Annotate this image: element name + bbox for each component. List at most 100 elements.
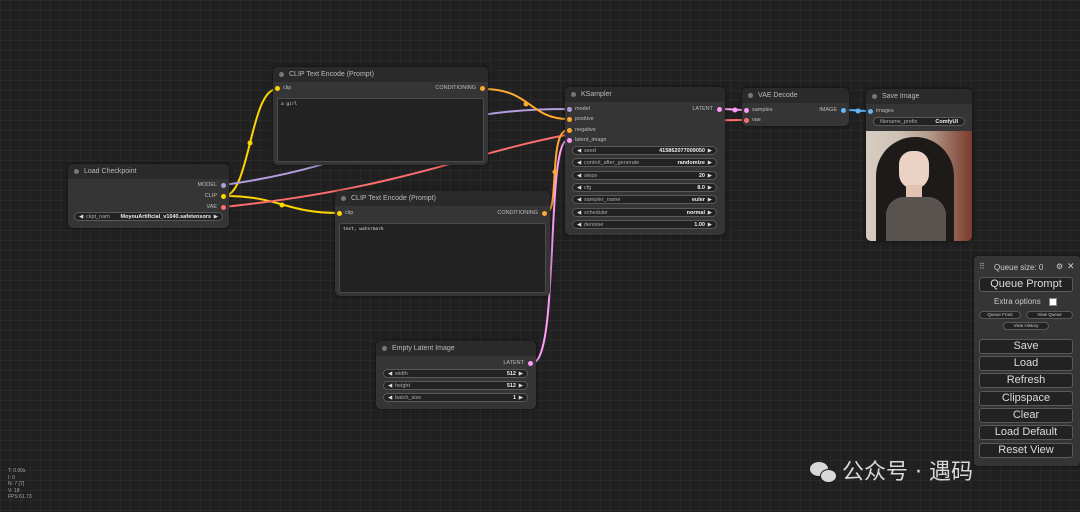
node-title[interactable]: VAE Decode bbox=[742, 88, 849, 103]
arrow-right-icon[interactable]: ▶ bbox=[708, 172, 712, 181]
ckpt-name-widget[interactable]: ◀ ckpt_nam MoyouArtificial_v1040.safeten… bbox=[74, 212, 223, 221]
arrow-left-icon[interactable]: ◀ bbox=[388, 394, 392, 403]
collapse-dot-icon[interactable] bbox=[872, 94, 877, 99]
seed-widget[interactable]: ◀ seed 415862077009050 ▶ bbox=[572, 146, 717, 155]
sampler-name-widget[interactable]: ◀ sampler_name euler ▶ bbox=[572, 195, 717, 204]
input-samples-dot[interactable] bbox=[744, 108, 749, 113]
input-model-dot[interactable] bbox=[567, 107, 572, 112]
queue-front-button[interactable]: Queue Front bbox=[979, 311, 1021, 319]
input-clip-dot[interactable] bbox=[337, 211, 342, 216]
output-model-dot[interactable] bbox=[221, 183, 226, 188]
arrow-left-icon[interactable]: ◀ bbox=[577, 184, 581, 193]
node-empty-latent-image[interactable]: Empty Latent Image LATENT ◀ width 512 ▶ ◀ he… bbox=[376, 341, 536, 409]
output-image-label: IMAGE bbox=[819, 107, 837, 113]
arrow-right-icon[interactable]: ▶ bbox=[214, 213, 218, 222]
node-title[interactable]: Empty Latent Image bbox=[376, 341, 536, 356]
collapse-dot-icon[interactable] bbox=[74, 169, 79, 174]
input-negative-dot[interactable] bbox=[567, 128, 572, 133]
arrow-right-icon[interactable]: ▶ bbox=[708, 209, 712, 218]
node-clip-text-encode-positive[interactable]: CLIP Text Encode (Prompt) clip CONDITION… bbox=[273, 67, 488, 165]
view-queue-button[interactable]: View Queue bbox=[1026, 311, 1073, 319]
arrow-right-icon[interactable]: ▶ bbox=[708, 184, 712, 193]
widget-name: denoise bbox=[584, 222, 604, 228]
arrow-left-icon[interactable]: ◀ bbox=[577, 159, 581, 168]
height-widget[interactable]: ◀ height 512 ▶ bbox=[383, 381, 528, 390]
input-clip-dot[interactable] bbox=[275, 86, 280, 91]
arrow-left-icon[interactable]: ◀ bbox=[79, 213, 83, 222]
clear-button[interactable]: Clear bbox=[979, 408, 1073, 423]
collapse-dot-icon[interactable] bbox=[279, 72, 284, 77]
node-title[interactable]: KSampler bbox=[565, 87, 725, 102]
output-latent-dot[interactable] bbox=[528, 361, 533, 366]
output-clip-dot[interactable] bbox=[221, 194, 226, 199]
wechat-icon bbox=[810, 462, 837, 483]
input-vae-dot[interactable] bbox=[744, 118, 749, 123]
scheduler-widget[interactable]: ◀ scheduler normal ▶ bbox=[572, 208, 717, 217]
arrow-right-icon[interactable]: ▶ bbox=[708, 221, 712, 230]
arrow-right-icon[interactable]: ▶ bbox=[519, 370, 523, 379]
collapse-dot-icon[interactable] bbox=[748, 93, 753, 98]
collapse-dot-icon[interactable] bbox=[341, 196, 346, 201]
output-model-label: MODEL bbox=[197, 182, 217, 188]
filename-prefix-widget[interactable]: filename_prefix ComfyUI bbox=[873, 117, 965, 126]
denoise-widget[interactable]: ◀ denoise 1.00 ▶ bbox=[572, 220, 717, 229]
refresh-button[interactable]: Refresh bbox=[979, 373, 1073, 388]
node-title[interactable]: CLIP Text Encode (Prompt) bbox=[335, 191, 550, 206]
output-vae-dot[interactable] bbox=[221, 205, 226, 210]
clipspace-button[interactable]: Clipspace bbox=[979, 391, 1073, 406]
node-clip-text-encode-negative[interactable]: CLIP Text Encode (Prompt) clip CONDITION… bbox=[335, 191, 550, 296]
view-history-button[interactable]: View History bbox=[1003, 322, 1049, 330]
batch-size-widget[interactable]: ◀ batch_size 1 ▶ bbox=[383, 393, 528, 402]
input-images-dot[interactable] bbox=[868, 109, 873, 114]
input-positive-dot[interactable] bbox=[567, 117, 572, 122]
steps-widget[interactable]: ◀ steps 20 ▶ bbox=[572, 171, 717, 180]
arrow-right-icon[interactable]: ▶ bbox=[519, 382, 523, 391]
arrow-left-icon[interactable]: ◀ bbox=[577, 221, 581, 230]
prompt-textarea[interactable]: a girl bbox=[277, 98, 484, 162]
node-title[interactable]: Save Image bbox=[866, 89, 972, 104]
collapse-dot-icon[interactable] bbox=[382, 346, 387, 351]
node-title[interactable]: Load Checkpoint bbox=[68, 164, 229, 179]
input-latent-image-dot[interactable] bbox=[567, 138, 572, 143]
node-save-image[interactable]: Save Image images filename_prefix ComfyU… bbox=[866, 89, 972, 241]
gear-icon[interactable]: ⚙ bbox=[1056, 262, 1063, 271]
arrow-left-icon[interactable]: ◀ bbox=[388, 370, 392, 379]
arrow-right-icon[interactable]: ▶ bbox=[708, 196, 712, 205]
widget-name: scheduler bbox=[584, 210, 608, 216]
queue-panel: ⠿ Queue size: 0 ⚙ ✕ Queue Prompt Extra o… bbox=[974, 256, 1080, 466]
node-load-checkpoint[interactable]: Load Checkpoint MODEL CLIP VAE ◀ ckpt_na… bbox=[68, 164, 229, 228]
generated-image-preview[interactable] bbox=[866, 131, 972, 241]
cfg-widget[interactable]: ◀ cfg 8.0 ▶ bbox=[572, 183, 717, 192]
save-button[interactable]: Save bbox=[979, 339, 1073, 354]
node-title-text: CLIP Text Encode (Prompt) bbox=[289, 71, 374, 78]
output-image-dot[interactable] bbox=[841, 108, 846, 113]
load-button[interactable]: Load bbox=[979, 356, 1073, 371]
extra-options-checkbox[interactable] bbox=[1049, 298, 1057, 306]
arrow-left-icon[interactable]: ◀ bbox=[388, 382, 392, 391]
drag-handle-icon[interactable]: ⠿ bbox=[979, 262, 985, 271]
close-icon[interactable]: ✕ bbox=[1067, 261, 1075, 272]
reset-view-button[interactable]: Reset View bbox=[979, 443, 1073, 458]
output-latent-dot[interactable] bbox=[717, 107, 722, 112]
output-latent-label: LATENT bbox=[503, 360, 524, 366]
arrow-right-icon[interactable]: ▶ bbox=[708, 159, 712, 168]
widget-name: batch_size bbox=[395, 395, 422, 401]
widget-value: euler bbox=[691, 197, 705, 203]
control-after-generate-widget[interactable]: ◀ control_after_generate randomize ▶ bbox=[572, 158, 717, 167]
arrow-left-icon[interactable]: ◀ bbox=[577, 147, 581, 156]
output-conditioning-dot[interactable] bbox=[480, 86, 485, 91]
arrow-right-icon[interactable]: ▶ bbox=[708, 147, 712, 156]
output-conditioning-dot[interactable] bbox=[542, 211, 547, 216]
collapse-dot-icon[interactable] bbox=[571, 92, 576, 97]
arrow-left-icon[interactable]: ◀ bbox=[577, 209, 581, 218]
prompt-textarea[interactable]: text, watermark bbox=[339, 223, 546, 293]
node-title[interactable]: CLIP Text Encode (Prompt) bbox=[273, 67, 488, 82]
arrow-right-icon[interactable]: ▶ bbox=[519, 394, 523, 403]
queue-prompt-button[interactable]: Queue Prompt bbox=[979, 277, 1073, 292]
node-vae-decode[interactable]: VAE Decode samples vae IMAGE bbox=[742, 88, 849, 126]
width-widget[interactable]: ◀ width 512 ▶ bbox=[383, 369, 528, 378]
arrow-left-icon[interactable]: ◀ bbox=[577, 172, 581, 181]
arrow-left-icon[interactable]: ◀ bbox=[577, 196, 581, 205]
load-default-button[interactable]: Load Default bbox=[979, 425, 1073, 440]
node-ksampler[interactable]: KSampler model positive negative latent_… bbox=[565, 87, 725, 235]
